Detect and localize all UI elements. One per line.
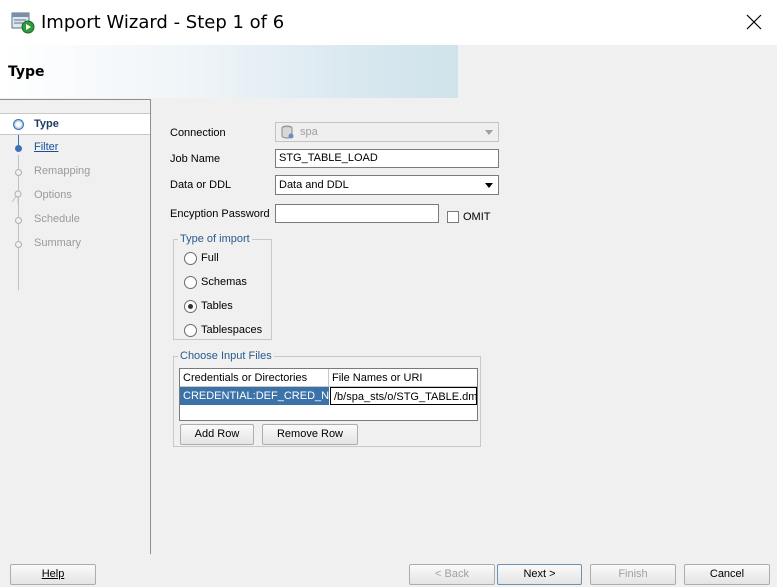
next-button-label: Next > xyxy=(523,568,556,580)
connection-label: Connection xyxy=(170,127,226,139)
close-icon xyxy=(746,14,762,30)
job-name-label: Job Name xyxy=(170,153,221,165)
step-label: Remapping xyxy=(34,165,91,177)
close-button[interactable] xyxy=(733,4,775,40)
step-label: Filter xyxy=(34,141,59,153)
connection-select: spa xyxy=(275,122,499,142)
finish-button: Finish xyxy=(590,564,676,585)
data-or-ddl-select[interactable]: Data and DDL xyxy=(275,175,499,195)
input-files-title: Choose Input Files xyxy=(178,350,274,362)
radio-tablespaces-label: Tablespaces xyxy=(201,324,263,336)
step-dot-icon xyxy=(15,217,22,224)
omit-label: OMIT xyxy=(463,211,491,223)
chevron-down-icon xyxy=(485,183,493,188)
table-cell-file-name[interactable]: /b/spa_sts/o/STG_TABLE.dmp xyxy=(330,387,477,405)
cancel-button-label: Cancel xyxy=(709,568,745,580)
step-type[interactable]: Type xyxy=(0,113,150,135)
step-branch-icon xyxy=(11,190,22,204)
step-options: Options xyxy=(0,185,150,207)
step-header: Type xyxy=(0,45,777,98)
step-navigator: Type Filter Remapping Options Schedule S… xyxy=(0,99,151,554)
step-label: Schedule xyxy=(34,213,80,225)
radio-schemas[interactable] xyxy=(184,276,197,289)
type-of-import-title: Type of import xyxy=(178,233,252,245)
data-or-ddl-label: Data or DDL xyxy=(170,179,232,191)
radio-tablespaces[interactable] xyxy=(184,324,197,337)
step-dot-icon xyxy=(15,241,22,248)
import-wizard-icon xyxy=(11,12,35,34)
step-summary: Summary xyxy=(0,233,150,255)
back-button: < Back xyxy=(409,564,495,585)
remove-row-button[interactable]: Remove Row xyxy=(262,424,358,445)
cancel-button[interactable]: Cancel xyxy=(684,564,770,585)
type-of-import-group: Type of import Full Schemas Tables Table… xyxy=(173,233,272,340)
job-name-input[interactable]: STG_TABLE_LOAD xyxy=(275,149,499,168)
database-icon xyxy=(281,125,294,139)
table-cell-credential[interactable]: CREDENTIAL:DEF_CRED_N... xyxy=(180,387,329,405)
step-schedule: Schedule xyxy=(0,209,150,231)
finish-button-label: Finish xyxy=(618,568,648,580)
input-files-table: Credentials or Directories File Names or… xyxy=(179,368,478,421)
step-label: Summary xyxy=(34,237,82,249)
next-button[interactable]: Next > xyxy=(497,564,582,585)
step-header-title: Type xyxy=(8,64,45,80)
radio-tables-label: Tables xyxy=(201,300,233,312)
step-remapping: Remapping xyxy=(0,161,150,183)
title-bar: Import Wizard - Step 1 of 6 xyxy=(0,0,777,45)
step-current-icon xyxy=(13,119,24,130)
step-label: Type xyxy=(34,118,59,130)
back-button-label: < Back xyxy=(435,568,469,580)
radio-full-label: Full xyxy=(201,252,219,264)
column-header-file-names[interactable]: File Names or URI xyxy=(329,369,477,387)
main-content: Connection spa Job Name STG_TABLE_LOAD D… xyxy=(152,99,777,554)
column-header-credentials[interactable]: Credentials or Directories xyxy=(180,369,329,387)
help-button[interactable]: Help xyxy=(10,564,96,585)
step-label: Options xyxy=(34,189,72,201)
encryption-password-label: Encyption Password xyxy=(170,208,270,220)
window-title: Import Wizard - Step 1 of 6 xyxy=(41,12,285,33)
step-filter[interactable]: Filter xyxy=(0,137,150,159)
input-files-group: Choose Input Files Credentials or Direct… xyxy=(173,350,481,447)
radio-schemas-label: Schemas xyxy=(201,276,247,288)
step-dot-icon xyxy=(15,145,22,152)
encryption-password-input[interactable] xyxy=(275,204,439,223)
chevron-down-icon xyxy=(485,130,493,135)
data-or-ddl-value: Data and DDL xyxy=(279,179,349,191)
connection-value: spa xyxy=(300,126,318,138)
step-dot-icon xyxy=(15,169,22,176)
radio-full[interactable] xyxy=(184,252,197,265)
omit-checkbox[interactable] xyxy=(447,211,459,223)
radio-tables[interactable] xyxy=(184,300,197,313)
help-button-label: Help xyxy=(41,568,65,580)
add-row-button[interactable]: Add Row xyxy=(180,424,254,445)
